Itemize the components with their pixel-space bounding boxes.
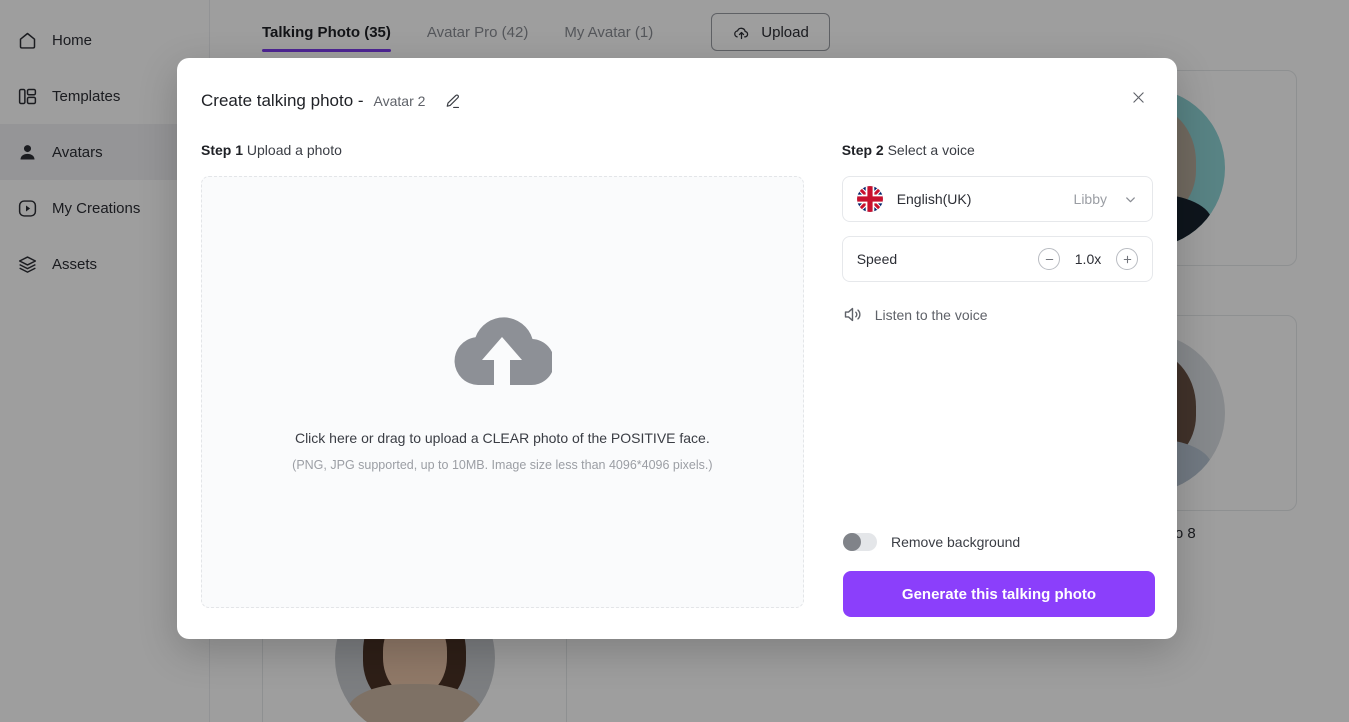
create-talking-photo-modal: Create talking photo - Avatar 2 Step 1 U…	[177, 58, 1177, 639]
photo-dropzone[interactable]: Click here or drag to upload a CLEAR pho…	[201, 176, 804, 608]
remove-background-row: Remove background	[843, 533, 1155, 551]
speaker-icon	[842, 304, 863, 325]
modal-header: Create talking photo - Avatar 2	[201, 84, 1153, 118]
listen-to-voice-button[interactable]: Listen to the voice	[842, 304, 1153, 325]
remove-background-toggle[interactable]	[843, 533, 877, 551]
step2-number: Step 2	[842, 142, 884, 158]
step2-text: Select a voice	[888, 142, 975, 158]
voice-name: Libby	[1074, 191, 1107, 207]
step1-text: Upload a photo	[247, 142, 342, 158]
plus-circle-icon[interactable]	[1116, 248, 1138, 270]
listen-label: Listen to the voice	[875, 307, 988, 323]
dropzone-primary-text: Click here or drag to upload a CLEAR pho…	[295, 430, 710, 446]
page-title: Create talking photo -	[201, 91, 364, 111]
remove-background-label: Remove background	[891, 534, 1020, 550]
speed-value: 1.0x	[1072, 251, 1104, 267]
avatar-name: Avatar 2	[374, 93, 426, 109]
step1-number: Step 1	[201, 142, 243, 158]
uk-flag-icon	[857, 186, 883, 212]
quantity-stepper: 1.0x	[1038, 248, 1138, 270]
voice-selector[interactable]: English(UK) Libby	[842, 176, 1153, 222]
app-root: Home Templates Avatars My Creations	[0, 0, 1349, 722]
generate-button[interactable]: Generate this talking photo	[843, 571, 1155, 617]
speed-control: Speed 1.0x	[842, 236, 1153, 282]
step2-heading: Step 2 Select a voice	[842, 142, 1153, 162]
modal-footer: Remove background Generate this talking …	[843, 533, 1155, 617]
upload-column: Step 1 Upload a photo Click here or drag…	[201, 142, 804, 608]
chevron-down-icon[interactable]	[1123, 192, 1138, 207]
dropzone-secondary-text: (PNG, JPG supported, up to 10MB. Image s…	[292, 458, 712, 472]
toggle-knob	[843, 533, 861, 551]
close-icon[interactable]	[1123, 82, 1153, 112]
pencil-icon[interactable]	[443, 92, 462, 111]
speed-label: Speed	[857, 251, 897, 267]
voice-language: English(UK)	[897, 191, 972, 207]
step1-heading: Step 1 Upload a photo	[201, 142, 804, 162]
minus-circle-icon[interactable]	[1038, 248, 1060, 270]
cloud-upload-icon	[452, 313, 552, 396]
